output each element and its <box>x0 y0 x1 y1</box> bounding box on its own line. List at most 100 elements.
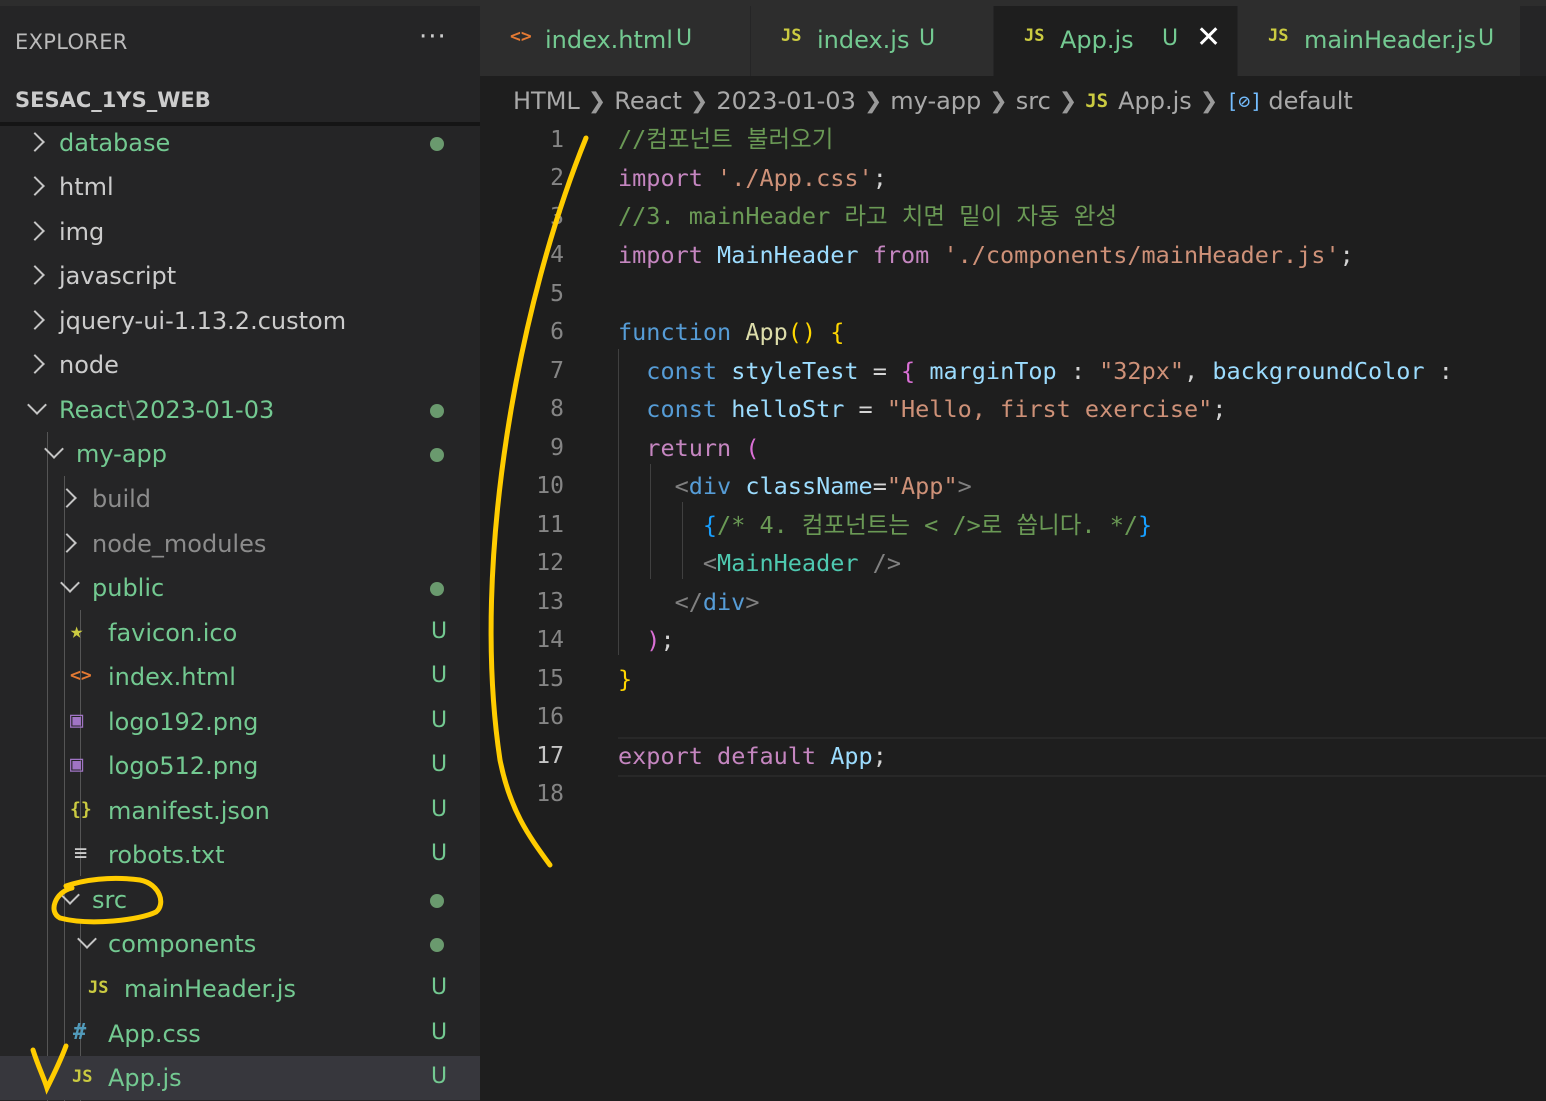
more-actions-icon[interactable]: ··· <box>419 22 447 52</box>
code-token: MainHeader <box>717 549 859 577</box>
git-status-badge: U <box>431 752 448 777</box>
code-line-1: //컴포넌트 불러오기 <box>618 120 833 158</box>
tree-item-label: manifest.json <box>108 797 270 825</box>
code-editor[interactable]: 1 2 3 4 5 6 7 8 9 10 11 12 13 14 15 16 1… <box>480 120 1546 1101</box>
folder-database[interactable]: database <box>0 121 480 165</box>
folder-react-2023-01-03[interactable]: React\2023-01-03 <box>0 388 480 432</box>
git-status-badge: U <box>1478 26 1495 51</box>
folder-html[interactable]: html <box>0 165 480 209</box>
folder-node[interactable]: node <box>0 343 480 387</box>
breadcrumb: HTML ❯ React ❯ 2023-01-03 ❯ my-app ❯ src ❯ JS App.j… <box>513 86 1353 116</box>
text-file-icon: ≡ <box>74 841 88 866</box>
tab-app-js[interactable]: JS App.js U ✕ <box>994 6 1238 76</box>
compact-folder-separator: \ <box>126 396 135 424</box>
code-token: ; <box>1339 241 1354 269</box>
git-status-badge: U <box>431 708 448 733</box>
breadcrumb-item[interactable]: App.js <box>1118 87 1192 115</box>
breadcrumb-item[interactable]: 2023-01-03 <box>716 87 855 115</box>
tree-item-label: logo512.png <box>108 752 259 780</box>
code-token: backgroundColor <box>1212 357 1425 385</box>
code-token: "Hello, first exercise" <box>886 395 1213 423</box>
breadcrumb-item[interactable]: default <box>1268 87 1352 115</box>
code-token: () <box>787 318 817 346</box>
file-robots-txt[interactable]: ≡ robots.txt U <box>0 833 480 877</box>
code-token: function <box>618 318 732 346</box>
breadcrumb-item[interactable]: src <box>1016 87 1051 115</box>
folder-src[interactable]: src <box>0 878 480 922</box>
workspace-root[interactable]: SESAC_1YS_WEB <box>15 88 211 112</box>
chevron-right-icon: ❯ <box>689 88 709 114</box>
file-app-css[interactable]: # App.css U <box>0 1012 480 1056</box>
json-file-icon: {} <box>70 799 92 820</box>
line-number: 12 <box>536 550 564 576</box>
tree-item-label: img <box>59 218 105 246</box>
code-token: > <box>957 472 972 500</box>
file-index-html[interactable]: <> index.html U <box>0 655 480 699</box>
tree-item-label: robots.txt <box>108 841 225 869</box>
tab-label: mainHeader.js <box>1304 26 1476 54</box>
code-token: const <box>646 357 718 385</box>
code-token: < <box>702 549 718 577</box>
file-mainheader-js[interactable]: JS mainHeader.js U <box>0 967 480 1011</box>
tree-item-label: database <box>59 129 171 157</box>
tab-label: index.js <box>817 26 910 54</box>
tree-item-label: public <box>92 574 165 602</box>
compact-folder-part: 2023-01-03 <box>134 396 275 424</box>
code-token: App <box>745 318 788 346</box>
file-app-js[interactable]: JS App.js U <box>0 1056 480 1100</box>
tree-item-label: logo192.png <box>108 708 259 736</box>
code-token: { <box>830 318 845 346</box>
close-icon[interactable]: ✕ <box>1196 20 1221 55</box>
chevron-right-icon <box>25 310 45 330</box>
file-favicon-ico[interactable]: ★ favicon.ico U <box>0 611 480 655</box>
line-number: 1 <box>550 127 564 153</box>
javascript-file-icon: JS <box>781 26 802 46</box>
line-number: 7 <box>550 358 564 384</box>
chevron-right-icon: ❯ <box>1058 88 1078 114</box>
chevron-down-icon <box>60 573 80 593</box>
tab-mainheader-js[interactable]: JS mainHeader.js U <box>1238 6 1521 76</box>
tree-item-label: node_modules <box>92 530 267 558</box>
tree-item-label: mainHeader.js <box>124 975 296 1003</box>
tab-index-html[interactable]: <> index.html U <box>480 6 751 76</box>
folder-components[interactable]: components <box>0 922 480 966</box>
breadcrumb-item[interactable]: my-app <box>890 87 981 115</box>
code-token: //3. mainHeader 라고 치면 밑이 자동 완성 <box>618 202 1118 230</box>
folder-jquery-ui[interactable]: jquery-ui-1.13.2.custom <box>0 299 480 343</box>
file-manifest-json[interactable]: {} manifest.json U <box>0 789 480 833</box>
code-line-17: export default App; <box>618 737 887 775</box>
git-modified-dot-icon <box>430 137 444 151</box>
folder-build[interactable]: build <box>0 477 480 521</box>
tab-label: App.js <box>1060 26 1134 54</box>
code-line-3: //3. mainHeader 라고 치면 밑이 자동 완성 <box>618 197 1117 235</box>
code-token: MainHeader <box>717 241 859 269</box>
code-token: div <box>702 588 746 616</box>
image-file-icon: ▣ <box>70 752 84 777</box>
git-modified-dot-icon <box>430 938 444 952</box>
breadcrumb-item[interactable]: HTML <box>513 87 580 115</box>
tree-item-label: favicon.ico <box>108 619 238 647</box>
git-status-badge: U <box>431 841 448 866</box>
folder-my-app[interactable]: my-app <box>0 432 480 476</box>
breadcrumb-item[interactable]: React <box>614 87 682 115</box>
folder-node-modules[interactable]: node_modules <box>0 522 480 566</box>
code-token: , <box>1184 357 1199 385</box>
code-token: = <box>858 395 873 423</box>
tab-index-js[interactable]: JS index.js U <box>751 6 994 76</box>
folder-img[interactable]: img <box>0 210 480 254</box>
file-logo512-png[interactable]: ▣ logo512.png U <box>0 744 480 788</box>
file-logo192-png[interactable]: ▣ logo192.png U <box>0 700 480 744</box>
explorer-title: EXPLORER <box>15 30 128 54</box>
folder-javascript[interactable]: javascript <box>0 254 480 298</box>
line-number: 13 <box>536 589 564 615</box>
folder-public[interactable]: public <box>0 566 480 610</box>
image-file-icon: ▣ <box>70 708 84 733</box>
code-token: styleTest <box>731 357 859 385</box>
chevron-right-icon <box>57 488 77 508</box>
code-token: App <box>830 742 873 770</box>
code-token: ; <box>872 742 887 770</box>
code-line-8: const helloStr = "Hello, first exercise"… <box>618 390 1226 428</box>
line-number: 17 <box>536 743 564 769</box>
git-modified-dot-icon <box>430 404 444 418</box>
line-number: 4 <box>550 242 564 268</box>
